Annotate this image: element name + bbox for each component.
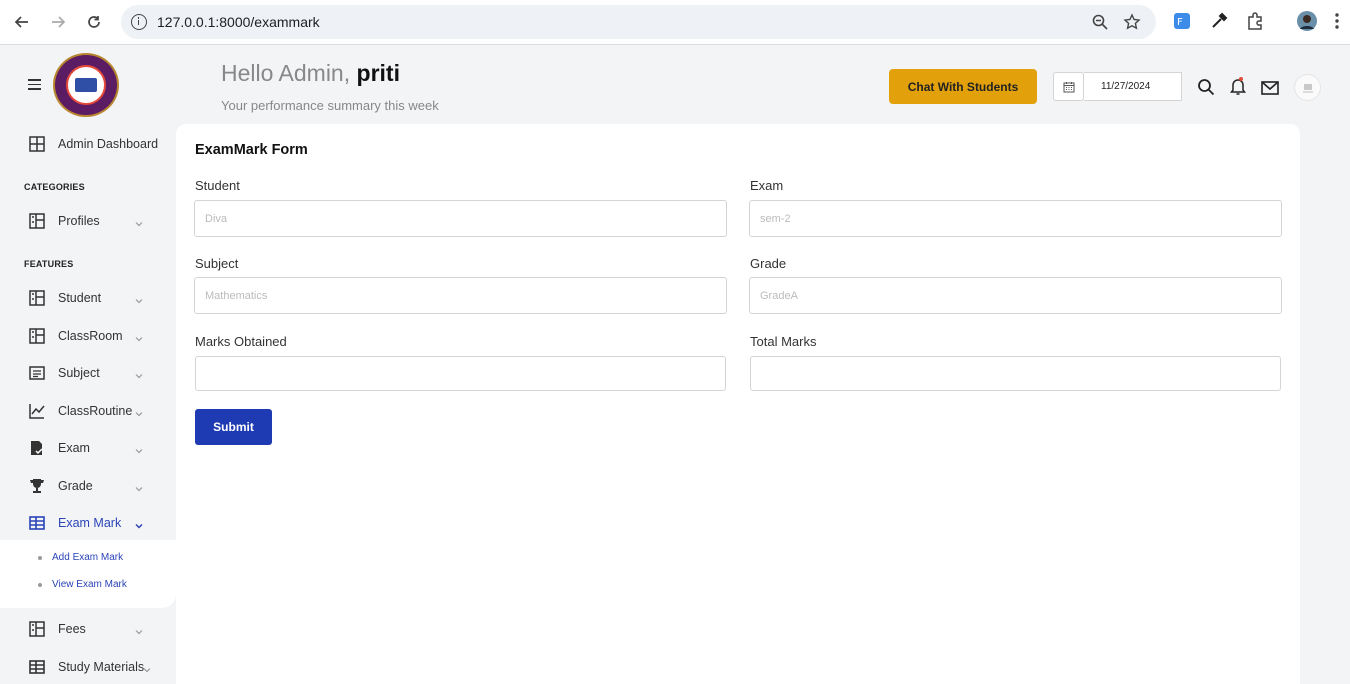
grade-label: Grade [750,256,787,271]
bell-icon[interactable] [1229,76,1247,95]
marks-obtained-label: Marks Obtained [195,334,287,349]
layout-icon [29,328,45,344]
svg-text:F: F [1177,17,1183,28]
sidebar-item-label: Subject [58,366,100,380]
sidebar-item-label: ClassRoutine [58,404,133,418]
grid-icon [29,136,45,152]
menu-icon[interactable] [28,79,41,90]
chevron-down-icon [134,368,144,379]
sidebar-item-label: Student [58,291,102,305]
sidebar-item-label: Exam [58,441,90,455]
chevron-down-icon [134,293,144,304]
form-title: ExamMark Form [195,142,308,158]
marks-obtained-field[interactable] [195,356,726,391]
student-field[interactable]: Diva [194,200,727,237]
zoom-icon[interactable] [1091,13,1109,31]
profile-icon[interactable] [1297,11,1317,31]
eyedropper-icon[interactable] [1209,11,1229,31]
date-field[interactable]: 11/27/2024 [1084,72,1182,101]
sidebar-item-grade[interactable]: Grade [0,471,176,501]
grade-field[interactable]: GradeA [749,277,1282,314]
student-label: Student [195,178,240,193]
browser-toolbar: 127.0.0.1:8000/exammark F [0,0,1350,45]
bullet-icon [38,556,42,560]
exam-field[interactable]: sem-2 [749,200,1282,237]
sidebar-item-exam[interactable]: Exam [0,433,176,463]
kebab-icon[interactable] [1334,11,1350,31]
sidebar-item-label: Study Materials [58,660,145,674]
sidebar-item-student[interactable]: Student [0,283,176,313]
exam-mark-submenu: Add Exam Mark View Exam Mark [0,540,176,608]
sidebar-item-profiles[interactable]: Profiles [0,206,176,236]
greeting-username: priti [356,60,400,86]
back-icon[interactable] [10,10,34,34]
url-text[interactable]: 127.0.0.1:8000/exammark [157,14,320,30]
chevron-down-icon [134,481,144,492]
layout-icon [29,213,45,229]
exammark-form-card: ExamMark Form Student Diva Exam sem-2 Su… [176,124,1300,684]
chevron-down-icon [134,406,144,417]
puzzle-icon[interactable] [1245,11,1265,31]
sidebar-item-subject[interactable]: Subject [0,358,176,388]
categories-heading: CATEGORIES [24,182,85,192]
greeting-subtitle: Your performance summary this week [221,98,439,113]
sidebar-item-study-materials[interactable]: Study Materials [0,652,176,682]
line-chart-icon [29,403,45,419]
star-icon[interactable] [1123,13,1141,31]
features-heading: FEATURES [24,259,74,269]
list-icon [29,365,45,381]
sidebar-item-classroom[interactable]: ClassRoom [0,321,176,351]
avatar[interactable] [1294,74,1321,101]
submit-button[interactable]: Submit [195,409,272,445]
chat-with-students-button[interactable]: Chat With Students [889,69,1037,104]
subject-field[interactable]: Mathematics [194,277,727,314]
table-icon [29,515,45,531]
calendar-icon[interactable] [1053,72,1084,101]
file-check-icon [29,440,45,456]
table-icon [29,659,45,675]
search-icon[interactable] [1197,78,1215,96]
sidebar-item-exam-mark[interactable]: Exam Mark [0,508,176,538]
reload-icon[interactable] [82,10,106,34]
exam-label: Exam [750,178,784,193]
sidebar-item-label: ClassRoom [58,329,123,343]
sidebar-item-label: Fees [58,622,86,636]
sidebar-item-label: Grade [58,479,93,493]
submenu-view-exam-mark[interactable]: View Exam Mark [52,579,127,590]
bullet-icon [38,583,42,587]
chevron-down-icon [134,331,144,342]
total-marks-label: Total Marks [750,334,817,349]
sidebar-item-admin-dashboard[interactable]: Admin Dashboard [0,129,176,159]
sidebar-item-classroutine[interactable]: ClassRoutine [0,396,176,426]
school-logo [53,53,119,117]
info-icon[interactable] [131,14,147,30]
chevron-down-icon [134,624,144,635]
sidebar-item-label: Exam Mark [58,516,122,530]
forward-icon[interactable] [46,10,70,34]
mail-icon[interactable] [1261,80,1279,98]
subject-label: Subject [195,256,239,271]
sidebar-item-label: Admin Dashboard [58,137,159,151]
submenu-add-exam-mark[interactable]: Add Exam Mark [52,552,123,563]
total-marks-field[interactable] [750,356,1281,391]
greeting-hello: Hello Admin, [221,60,351,86]
sidebar-item-fees[interactable]: Fees [0,614,176,644]
chevron-down-icon [134,443,144,454]
trophy-icon [29,478,45,494]
sidebar-item-label: Profiles [58,214,100,228]
layout-icon [29,621,45,637]
layout-icon [29,290,45,306]
chevron-down-icon [134,518,144,529]
extension-icon[interactable]: F [1172,11,1192,31]
address-bar[interactable]: 127.0.0.1:8000/exammark [121,5,1156,39]
chevron-down-icon [134,216,144,227]
greeting: Hello Admin, priti [221,60,400,87]
chevron-down-icon [142,662,152,673]
